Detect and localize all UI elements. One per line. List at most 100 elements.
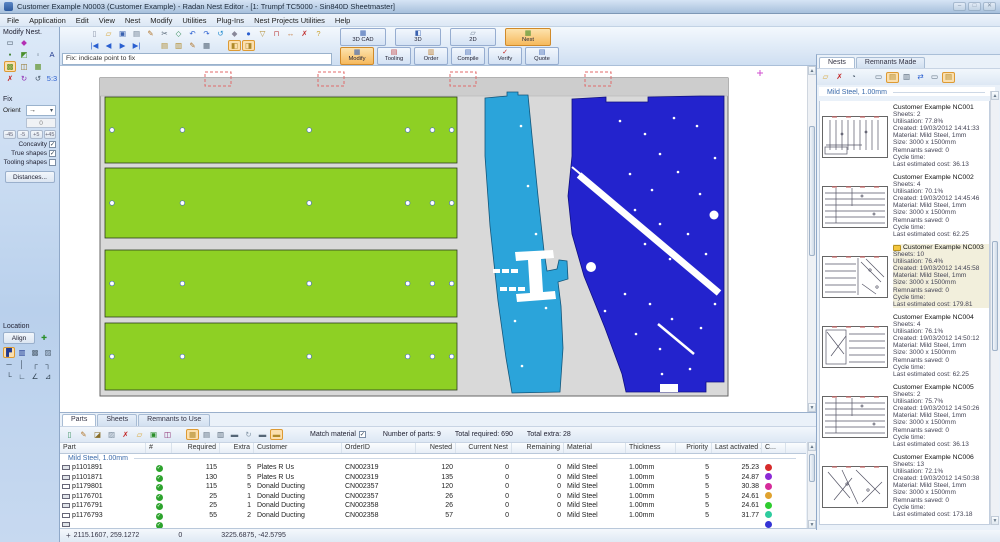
- report-icon[interactable]: ◫: [161, 429, 174, 440]
- save-icon[interactable]: ▣: [116, 28, 129, 39]
- open-icon[interactable]: ▱: [102, 28, 115, 39]
- scrollbar-thumb[interactable]: [992, 241, 998, 351]
- tab-remnants-made[interactable]: Remnants Made: [856, 57, 925, 68]
- nest-view-thumbs-icon[interactable]: ▭: [872, 72, 885, 83]
- angle-btn-5[interactable]: -5: [17, 130, 30, 139]
- delete-part-icon[interactable]: ✗: [4, 73, 16, 84]
- edit-part-icon[interactable]: ✎: [77, 429, 90, 440]
- nest-view-details-icon[interactable]: ▤: [886, 72, 899, 83]
- module-order[interactable]: ▥Order: [414, 47, 448, 65]
- distances-button[interactable]: Distances...: [5, 171, 55, 183]
- pair-nest-icon[interactable]: ◫: [18, 61, 30, 72]
- column-thickness[interactable]: Thickness: [626, 443, 676, 453]
- column-priority[interactable]: Priority: [676, 443, 712, 453]
- new-icon[interactable]: ▯: [88, 28, 101, 39]
- module-2d[interactable]: ▱2D: [450, 28, 496, 46]
- parts-view-medium-icon[interactable]: ▤: [200, 429, 213, 440]
- checkbox-box[interactable]: [49, 150, 56, 157]
- parts-table-scrollbar[interactable]: ▲ ▼: [807, 442, 816, 529]
- print-icon[interactable]: ▤: [130, 28, 143, 39]
- nest-list-scrollbar[interactable]: ▲ ▼: [990, 91, 999, 525]
- clamp-icon[interactable]: ⊓: [270, 28, 283, 39]
- scroll-up-icon[interactable]: ▲: [808, 66, 816, 75]
- last-icon[interactable]: ▶|: [130, 40, 143, 51]
- text-icon[interactable]: A: [46, 49, 58, 60]
- module-3d[interactable]: ◧3D: [395, 28, 441, 46]
- align-v-icon[interactable]: │: [16, 359, 28, 370]
- nest-view-small-icon[interactable]: ▭: [928, 72, 941, 83]
- column-c[interactable]: C...: [762, 443, 786, 453]
- part-row[interactable]: p1176791 25 1 Donald Ducting CN002358 26…: [60, 501, 806, 511]
- nested-part-green-3[interactable]: [105, 250, 457, 317]
- import-part-icon[interactable]: ◪: [91, 429, 104, 440]
- part-row[interactable]: p1176701 25 1 Donald Ducting CN002357 26…: [60, 492, 806, 502]
- module-compile[interactable]: ▤Compile: [451, 47, 485, 65]
- menu-item-nest-projects-utilities[interactable]: Nest Projects Utilities: [249, 15, 330, 26]
- align-rows-icon[interactable]: ▥: [16, 347, 28, 358]
- part-row[interactable]: p1176793 55 2 Donald Ducting CN002358 57…: [60, 511, 806, 521]
- angle-btn-45[interactable]: -45: [3, 130, 16, 139]
- module-3d-cad[interactable]: ▦3D CAD: [340, 28, 386, 46]
- scrollbar-thumb[interactable]: [809, 126, 815, 256]
- minimize-button[interactable]: [953, 2, 966, 11]
- menu-item-edit[interactable]: Edit: [71, 15, 94, 26]
- parts-view-rows-icon[interactable]: ▬: [256, 429, 269, 440]
- angle-right-icon[interactable]: ∟: [16, 371, 28, 382]
- angle-input[interactable]: 0: [26, 118, 56, 128]
- info-icon[interactable]: ●: [242, 28, 255, 39]
- column-nested[interactable]: Nested: [416, 443, 456, 453]
- menu-item-file[interactable]: File: [2, 15, 24, 26]
- first-icon[interactable]: |◀: [88, 40, 101, 51]
- layout-split-icon[interactable]: ◨: [242, 40, 255, 51]
- align-free-icon[interactable]: ▨: [42, 347, 54, 358]
- layout-single-icon[interactable]: ◧: [228, 40, 241, 51]
- checkbox-box[interactable]: [49, 141, 56, 148]
- module-verify[interactable]: ✓Verify: [488, 47, 522, 65]
- direction-icon[interactable]: ◔: [847, 72, 860, 83]
- nested-part-green-1[interactable]: [105, 97, 457, 163]
- module-modify[interactable]: ▦Modify: [340, 47, 374, 65]
- grid-icon[interactable]: ▦: [200, 40, 213, 51]
- sheet-v-icon[interactable]: ▥: [172, 40, 185, 51]
- spin-icon[interactable]: ↺: [32, 73, 44, 84]
- nest-card[interactable]: Customer Example NC004 Sheets: 4 Utilisa…: [820, 311, 989, 381]
- prompt-bar[interactable]: Fix: indicate point to fix: [62, 53, 332, 65]
- parts-icon[interactable]: ▪: [4, 49, 16, 60]
- sheet-h-icon[interactable]: ▤: [158, 40, 171, 51]
- menu-item-view[interactable]: View: [94, 15, 120, 26]
- filter-icon[interactable]: ▽: [256, 28, 269, 39]
- open-part-icon[interactable]: ▱: [133, 429, 146, 440]
- tab-remnants-to-use[interactable]: Remnants to Use: [138, 414, 210, 426]
- scroll-up-icon[interactable]: ▲: [808, 442, 816, 451]
- checkbox-box[interactable]: [49, 159, 56, 166]
- add-part-icon[interactable]: [38, 333, 50, 344]
- column-extra[interactable]: Extra: [220, 443, 254, 453]
- move-icon[interactable]: ◆: [228, 28, 241, 39]
- column-current-nest[interactable]: Current Nest: [456, 443, 512, 453]
- scroll-down-icon[interactable]: ▼: [808, 403, 816, 412]
- nest-view-list-icon[interactable]: ▥: [900, 72, 913, 83]
- next-icon[interactable]: ▶: [116, 40, 129, 51]
- parts-view-list-icon[interactable]: ▬: [228, 429, 241, 440]
- menu-item-application[interactable]: Application: [24, 15, 71, 26]
- sep[interactable]: [144, 40, 157, 51]
- auto-nest-icon[interactable]: ▩: [4, 61, 16, 72]
- delete-nest-icon[interactable]: ✗: [833, 72, 846, 83]
- menu-item-help[interactable]: Help: [330, 15, 355, 26]
- align-corner-tr-icon[interactable]: ┐: [42, 359, 54, 370]
- column-last-activated[interactable]: Last activated ...: [712, 443, 762, 453]
- angle-open-icon[interactable]: ∠: [29, 371, 41, 382]
- part-row[interactable]: p1179801 115 5 Donald Ducting CN002357 1…: [60, 482, 806, 492]
- nest-canvas[interactable]: ▲ ▼: [60, 66, 816, 412]
- rotate-icon[interactable]: ↻: [18, 73, 30, 84]
- nest-card[interactable]: Customer Example NC002 Sheets: 4 Utilisa…: [820, 171, 989, 241]
- nest-card[interactable]: Customer Example NC001 Sheets: 2 Utilisa…: [820, 101, 989, 171]
- menu-item-modify[interactable]: Modify: [145, 15, 177, 26]
- nest-card[interactable]: Customer Example NC005 Sheets: 2 Utilisa…: [820, 381, 989, 451]
- align-button[interactable]: Align: [3, 332, 35, 344]
- parts-view-details-icon[interactable]: ▬: [270, 429, 283, 440]
- tab-parts[interactable]: Parts: [62, 414, 96, 426]
- sequence-icon[interactable]: 5:3: [46, 73, 58, 84]
- nest-sync-icon[interactable]: ⇄: [914, 72, 927, 83]
- scroll-up-icon[interactable]: ▲: [991, 91, 999, 100]
